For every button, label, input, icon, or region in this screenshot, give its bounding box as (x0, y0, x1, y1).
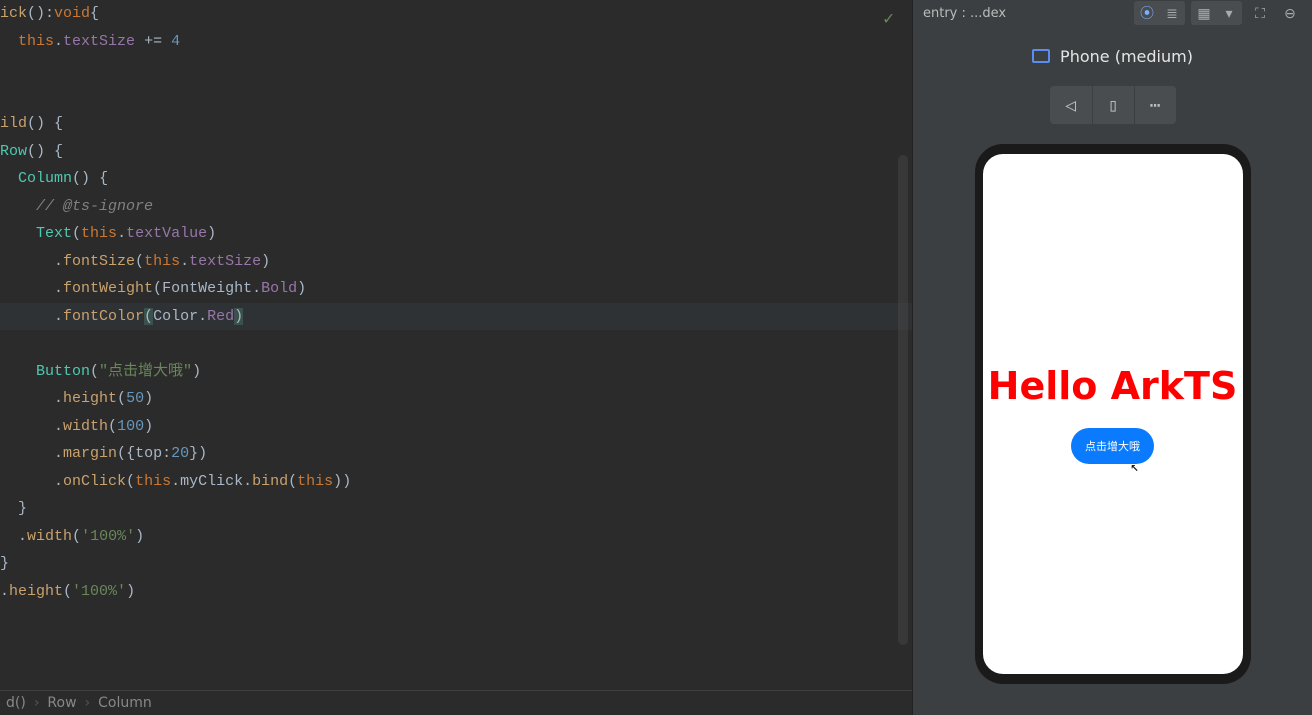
inspector-toggle-icon[interactable]: ⦿ (1135, 2, 1159, 24)
layers-icon[interactable]: ≣ (1160, 2, 1184, 24)
code-line: ild() { (0, 110, 912, 138)
previewer-toolbar: ⦿ ≣ ▦ ▾ ⛶ ⊖ (1134, 1, 1302, 25)
previewer-pane: entry : ...dex ⦿ ≣ ▦ ▾ ⛶ ⊖ Phone (medium… (912, 0, 1312, 715)
orientation-button[interactable]: ▯ (1092, 86, 1134, 124)
code-line: .width('100%') (0, 523, 912, 551)
code-line: .fontSize(this.textSize) (0, 248, 912, 276)
code-line (0, 55, 912, 83)
code-line: Text(this.textValue) (0, 220, 912, 248)
code-area[interactable]: ick():void{ this.textSize += 4 ild() { R… (0, 0, 912, 690)
code-line: .width(100) (0, 413, 912, 441)
breadcrumb-item[interactable]: Row (47, 695, 76, 711)
device-name: Phone (medium) (1060, 47, 1193, 66)
breadcrumb[interactable]: d() › Row › Column (0, 690, 912, 715)
rotate-left-button[interactable]: ◁ (1050, 86, 1092, 124)
device-controls: ◁ ▯ ⋯ (913, 86, 1312, 124)
device-label: Phone (medium) (913, 26, 1312, 86)
code-line (0, 330, 912, 358)
code-line (0, 83, 912, 111)
code-line: .height('100%') (0, 578, 912, 606)
preview-increase-button[interactable]: 点击增大哦 (1071, 428, 1154, 464)
editor-scrollbar[interactable] (898, 155, 908, 645)
breadcrumb-item[interactable]: Column (98, 695, 152, 711)
code-line: // @ts-ignore (0, 193, 912, 221)
code-line: .margin({top:20}) (0, 440, 912, 468)
previewer-header: entry : ...dex ⦿ ≣ ▦ ▾ ⛶ ⊖ (913, 0, 1312, 26)
code-line: } (0, 495, 912, 523)
entry-label: entry : ...dex (923, 6, 1126, 21)
phone-frame: Hello ArkTS 点击增大哦 ↖ (975, 144, 1251, 684)
grid-icon[interactable]: ▦ (1192, 2, 1216, 24)
code-line: .onClick(this.myClick.bind(this)) (0, 468, 912, 496)
code-line: .fontWeight(FontWeight.Bold) (0, 275, 912, 303)
code-line: .fontColor(Color.Red) (0, 303, 912, 331)
code-line: this.textSize += 4 (0, 28, 912, 56)
phone-screen[interactable]: Hello ArkTS 点击增大哦 ↖ (983, 154, 1243, 674)
breadcrumb-item[interactable]: d() (6, 695, 26, 711)
chevron-right-icon: › (34, 695, 40, 711)
chevron-right-icon: › (85, 695, 91, 711)
crop-icon[interactable]: ⛶ (1248, 2, 1272, 24)
code-line: Column() { (0, 165, 912, 193)
code-line: } (0, 550, 912, 578)
device-icon (1032, 49, 1050, 63)
code-line: .height(50) (0, 385, 912, 413)
chevron-down-icon[interactable]: ▾ (1217, 2, 1241, 24)
code-editor-pane[interactable]: ✓ ick():void{ this.textSize += 4 ild() {… (0, 0, 912, 715)
preview-hello-text: Hello ArkTS (988, 364, 1238, 408)
code-line: Row() { (0, 138, 912, 166)
more-options-button[interactable]: ⋯ (1134, 86, 1176, 124)
code-line: Button("点击增大哦") (0, 358, 912, 386)
cursor-icon: ↖ (1131, 459, 1139, 475)
zoom-out-icon[interactable]: ⊖ (1278, 2, 1302, 24)
code-line: ick():void{ (0, 0, 912, 28)
